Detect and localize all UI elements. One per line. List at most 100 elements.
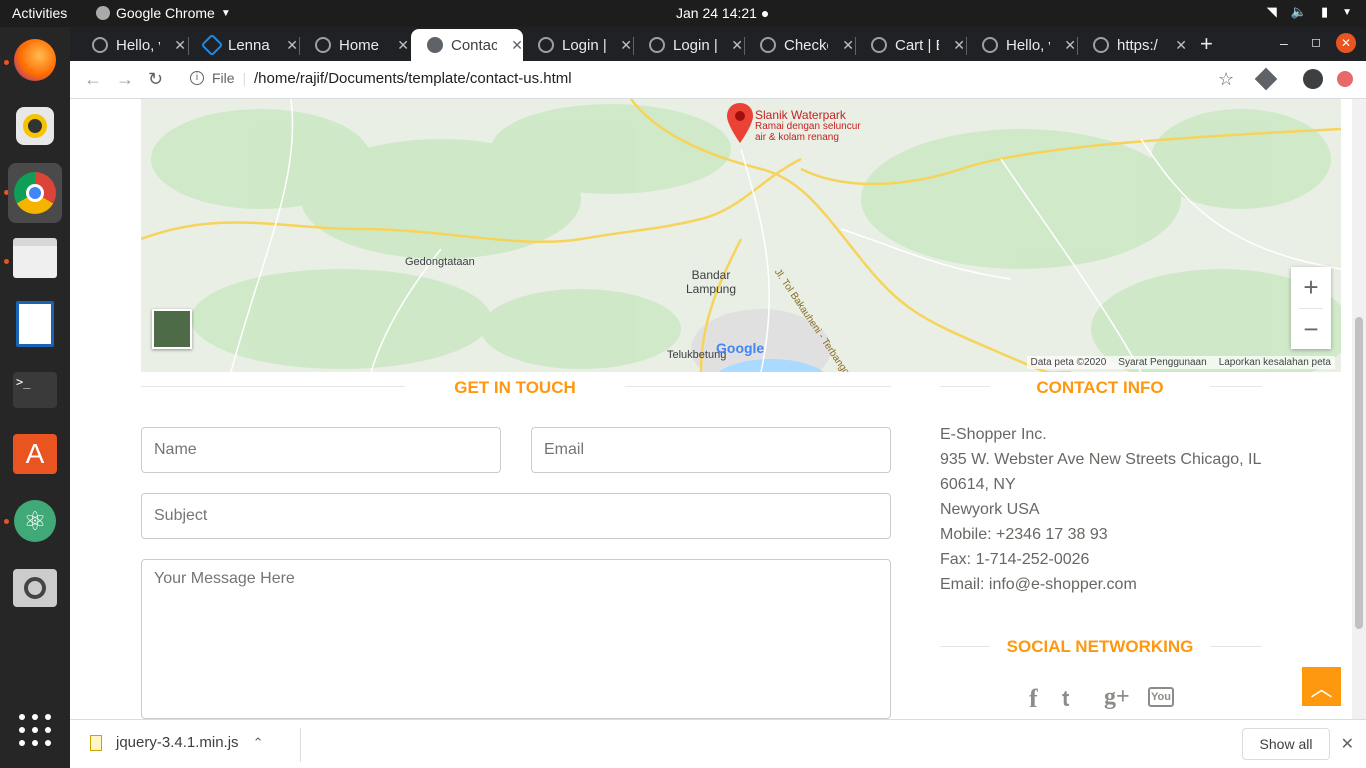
pin-title: Slanik Waterpark xyxy=(755,108,846,122)
tab[interactable]: Home | ✕ xyxy=(299,29,409,61)
tab-label: https:/ xyxy=(1117,36,1158,54)
clock[interactable]: Jan 24 14:21 ● xyxy=(676,5,769,21)
zoom-in-button[interactable]: + xyxy=(1291,267,1331,308)
name-input[interactable] xyxy=(141,427,501,473)
reload-button[interactable]: ↻ xyxy=(148,69,163,90)
system-tray[interactable]: ◥ 🔈 ▮ ▼ xyxy=(1267,4,1352,20)
running-indicator xyxy=(4,259,9,264)
clock-label: Jan 24 14:21 xyxy=(676,5,757,21)
terminal-icon[interactable]: >_ xyxy=(12,367,58,413)
close-icon[interactable]: ✕ xyxy=(1175,37,1187,54)
wifi-icon: ◥ xyxy=(1266,4,1277,19)
site-info[interactable]: i File | xyxy=(190,70,246,86)
close-icon[interactable]: ✕ xyxy=(731,37,743,54)
app-menu[interactable]: Google Chrome ▼ xyxy=(96,5,231,21)
chevron-up-icon: ︿ xyxy=(1310,675,1333,701)
show-applications-icon[interactable] xyxy=(12,707,58,753)
social-networking-title: SOCIAL NETWORKING xyxy=(1006,637,1194,656)
running-indicator xyxy=(4,519,9,524)
scrollbar-thumb[interactable] xyxy=(1355,317,1363,629)
google-logo: Google xyxy=(716,340,765,356)
maximize-button[interactable]: ◻ xyxy=(1311,35,1321,49)
globe-icon xyxy=(982,37,998,53)
map-terms-link[interactable]: Syarat Penggunaan xyxy=(1118,357,1206,368)
chevron-down-icon: ▼ xyxy=(1342,6,1352,18)
files-icon[interactable] xyxy=(12,235,58,281)
avatar[interactable] xyxy=(1303,69,1323,89)
download-item[interactable]: jquery-3.4.1.min.js ⌃ xyxy=(90,734,263,751)
menu-icon[interactable] xyxy=(1337,71,1353,87)
globe-icon xyxy=(649,37,665,53)
page-scrollbar[interactable] xyxy=(1352,99,1366,719)
rhythmbox-icon[interactable] xyxy=(12,103,58,149)
tab[interactable]: Login | ✕ xyxy=(633,29,743,61)
satellite-toggle[interactable] xyxy=(152,309,192,349)
close-icon[interactable]: ✕ xyxy=(286,37,298,54)
close-icon[interactable]: ✕ xyxy=(174,37,186,54)
tab[interactable]: Cart | E ✕ xyxy=(855,29,965,61)
chevron-up-icon[interactable]: ⌃ xyxy=(253,735,264,751)
url-field[interactable]: /home/rajif/Documents/template/contact-u… xyxy=(254,70,572,87)
tab-label: Lenna xyxy=(228,36,270,54)
tab[interactable]: Checko ✕ xyxy=(744,29,854,61)
divider xyxy=(300,728,301,762)
close-icon[interactable]: ✕ xyxy=(397,37,409,54)
star-icon[interactable]: ☆ xyxy=(1218,69,1234,90)
divider xyxy=(940,646,990,647)
extension-icon[interactable] xyxy=(1254,67,1278,91)
tab-strip: Hello, v✕ Lenna✕ Home |✕ Contac✕ Login |… xyxy=(70,27,1366,61)
info-address: 935 W. Webster Ave New Streets Chicago, … xyxy=(940,451,1262,468)
globe-icon xyxy=(871,37,887,53)
libreoffice-impress-icon[interactable] xyxy=(12,301,58,347)
email-input[interactable] xyxy=(531,427,891,473)
activities-button[interactable]: Activities xyxy=(12,5,67,21)
map[interactable]: Slanik Waterpark Ramai dengan seluncur a… xyxy=(141,99,1341,372)
atom-icon[interactable]: ⚛ xyxy=(12,498,58,544)
close-icon[interactable]: ✕ xyxy=(1064,37,1076,54)
tab-label: Contac xyxy=(451,36,498,54)
chrome-icon xyxy=(96,6,110,20)
download-filename: jquery-3.4.1.min.js xyxy=(116,734,239,751)
image-viewer-icon[interactable] xyxy=(12,565,58,611)
back-button[interactable]: ← xyxy=(84,69,102,90)
chrome-dock-icon[interactable] xyxy=(8,163,62,223)
pin-subtitle-2: air & kolam renang xyxy=(755,132,839,143)
tab[interactable]: Lenna ✕ xyxy=(188,29,298,61)
info-fax: Fax: 1-714-252-0026 xyxy=(940,551,1090,568)
firefox-icon[interactable] xyxy=(12,37,58,83)
forward-button[interactable]: → xyxy=(116,69,134,90)
close-icon[interactable]: ✕ xyxy=(842,37,854,54)
file-label: File xyxy=(212,70,235,86)
address-bar: ← → ↻ i File | /home/rajif/Documents/tem… xyxy=(70,61,1366,99)
globe-icon xyxy=(760,37,776,53)
zoom-out-button[interactable]: − xyxy=(1291,309,1331,350)
tab-label: Login | xyxy=(562,36,607,54)
map-pin-icon[interactable] xyxy=(727,103,753,143)
tab[interactable]: Hello, v ✕ xyxy=(966,29,1076,61)
scroll-to-top-button[interactable]: ︿ xyxy=(1302,667,1341,706)
tab-label: Hello, v xyxy=(1006,36,1050,54)
close-icon[interactable]: ✕ xyxy=(620,37,632,54)
message-textarea[interactable] xyxy=(141,559,891,719)
download-bar: jquery-3.4.1.min.js ⌃ Show all ✕ xyxy=(70,719,1366,768)
close-icon[interactable]: ✕ xyxy=(953,37,965,54)
close-download-bar-icon[interactable]: ✕ xyxy=(1341,734,1354,754)
show-all-button[interactable]: Show all xyxy=(1242,728,1330,760)
subject-input[interactable] xyxy=(141,493,891,539)
software-center-icon[interactable]: A xyxy=(12,431,58,477)
youtube-icon[interactable]: You xyxy=(1148,687,1174,707)
tab[interactable]: https:/ ✕ xyxy=(1077,29,1187,61)
map-report-link[interactable]: Laporkan kesalahan peta xyxy=(1219,357,1331,368)
pin-subtitle-1: Ramai dengan seluncur xyxy=(755,121,861,132)
tab-active[interactable]: Contac ✕ xyxy=(411,29,523,61)
window-close-button[interactable]: ✕ xyxy=(1336,33,1356,53)
info-company: E-Shopper Inc. xyxy=(940,426,1047,443)
google-plus-icon[interactable]: g+ xyxy=(1104,684,1130,711)
minimize-button[interactable]: – xyxy=(1280,35,1288,51)
dock: >_ A ⚛ xyxy=(0,27,70,768)
new-tab-button[interactable]: + xyxy=(1200,31,1213,57)
facebook-icon[interactable]: f xyxy=(1029,684,1038,714)
twitter-icon[interactable]: t xyxy=(1062,686,1069,712)
tab[interactable]: Login | ✕ xyxy=(522,29,632,61)
tab[interactable]: Hello, v ✕ xyxy=(76,29,186,61)
